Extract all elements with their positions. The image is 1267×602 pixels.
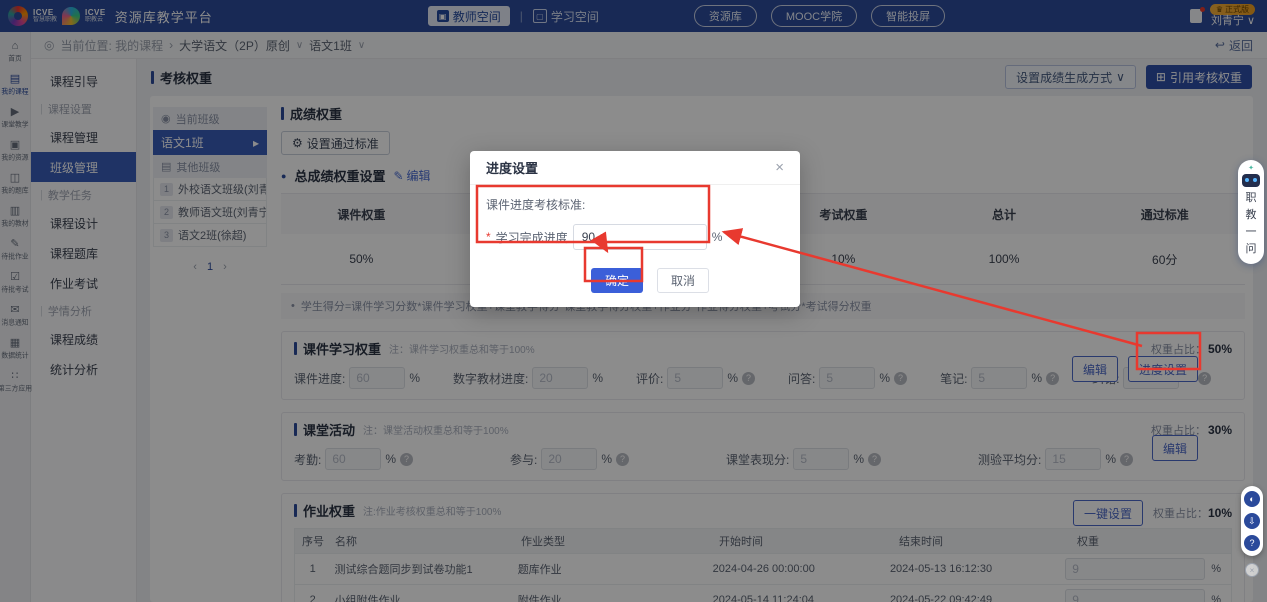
progress-setting-modal: 进度设置 × 课件进度考核标准: * 学习完成进度 % 确定 取消 (470, 151, 800, 307)
completion-progress-input[interactable] (573, 224, 707, 250)
required-mark: * (486, 230, 491, 244)
confirm-button[interactable]: 确定 (591, 268, 643, 293)
ai-char: 问 (1246, 242, 1257, 257)
completion-progress-label: 学习完成进度 (496, 229, 568, 246)
floating-toolbar: ◐ ⇩ ? (1241, 486, 1263, 556)
robot-icon (1242, 174, 1260, 187)
completion-progress-field: * 学习完成进度 % (486, 224, 784, 250)
help-icon[interactable]: ? (1244, 535, 1260, 551)
ai-char: 一 (1246, 225, 1257, 240)
collapse-toolbar-button[interactable]: × (1245, 563, 1259, 577)
cloud-download-icon[interactable]: ⇩ (1244, 513, 1260, 529)
ai-char: 职 (1246, 191, 1257, 206)
app-window: ICVE智慧职教 ICVE职教云 资源库教学平台 ▣ 教师空间 | ▢ 学习空间… (0, 0, 1267, 602)
spark-icon: ✦ (1248, 165, 1254, 172)
ai-char: 教 (1246, 208, 1257, 223)
percent-label: % (712, 230, 723, 244)
community-icon[interactable]: ◐ (1244, 491, 1260, 507)
modal-body-label: 课件进度考核标准: (486, 196, 784, 213)
ai-assistant-widget[interactable]: ✦ 职 教 一 问 (1238, 160, 1264, 264)
close-icon[interactable]: × (775, 159, 784, 176)
modal-title: 进度设置 (486, 158, 538, 177)
cancel-button[interactable]: 取消 (657, 268, 709, 293)
